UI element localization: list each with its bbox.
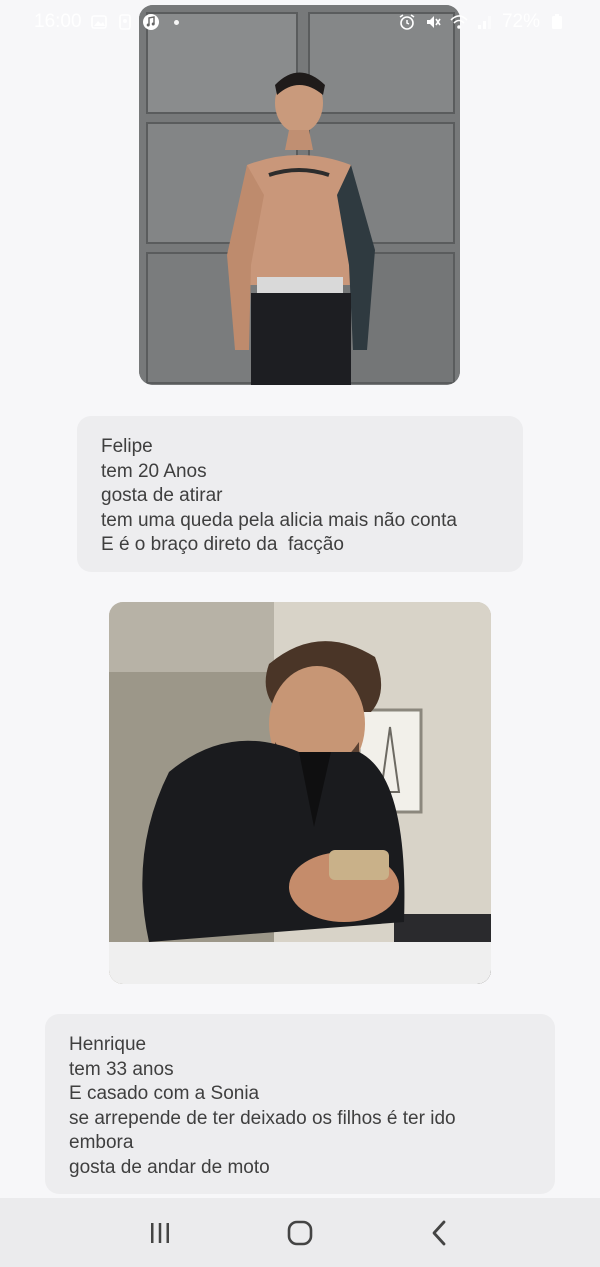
recent-apps-icon: [151, 1222, 169, 1243]
felipe-photo[interactable]: [139, 5, 460, 385]
henrique-photo[interactable]: [109, 602, 491, 984]
message-line: embora: [69, 1132, 134, 1153]
message-bubble-felipe[interactable]: Felipe tem 20 Anos gosta de atirar tem u…: [77, 416, 523, 572]
message-line: Henrique: [69, 1034, 147, 1055]
message-line: gosta de andar de moto: [69, 1156, 270, 1178]
status-left: 16:00: [34, 11, 179, 33]
message-line: tem 20 Anos: [101, 460, 207, 482]
message-line: E é o braço direto da facção: [101, 534, 344, 555]
wifi-icon: [450, 13, 468, 31]
status-bar: 16:00 72%: [0, 0, 600, 44]
message-line: gosta de atirar: [101, 485, 223, 506]
recent-apps-button[interactable]: [130, 1208, 190, 1258]
notification-icon: [116, 13, 134, 31]
music-icon: [142, 13, 160, 31]
gallery-icon: [90, 13, 108, 31]
signal-icon: [476, 13, 494, 31]
home-icon: [287, 1220, 313, 1245]
message-line: tem 33 anos: [69, 1058, 174, 1080]
battery-percent: 72%: [501, 11, 540, 32]
mute-icon: [424, 13, 442, 31]
home-button[interactable]: [270, 1208, 330, 1258]
alarm-icon: [398, 13, 416, 31]
message-line: Felipe: [101, 436, 153, 457]
felipe-photo-image: [139, 5, 460, 385]
status-time: 16:00: [34, 11, 82, 32]
message-bubble-henrique[interactable]: Henrique tem 33 anos E casado com a Soni…: [45, 1014, 555, 1194]
navigation-bar: [0, 1198, 600, 1267]
status-right: 72%: [398, 11, 566, 33]
back-icon: [432, 1220, 446, 1245]
henrique-photo-image: [109, 602, 491, 984]
message-line: se arrepende de ter deixado os filhos é …: [69, 1107, 456, 1129]
back-button[interactable]: [410, 1208, 470, 1258]
status-dot-icon: [173, 19, 179, 25]
message-line: E casado com a Sonia: [69, 1083, 260, 1104]
battery-icon: [548, 13, 566, 31]
message-line: tem uma queda pela alicia mais não conta: [101, 509, 457, 531]
